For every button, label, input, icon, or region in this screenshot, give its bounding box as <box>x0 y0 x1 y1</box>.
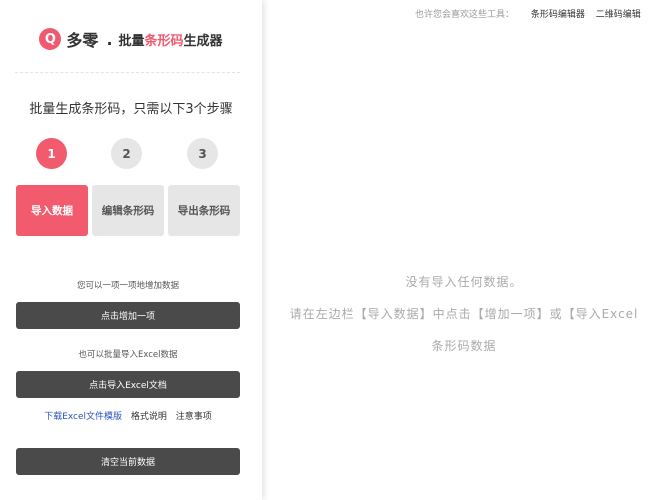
tools-bar: 也许您会喜欢这些工具： 条形码编辑器 二维码编辑 <box>415 7 649 20</box>
brand-name: 多零 <box>66 31 99 50</box>
q-logo-icon: Q <box>39 28 62 50</box>
brand-title: 批量条形码生成器 <box>119 30 223 49</box>
hint-batch-import: 也可以批量导入Excel数据 <box>78 350 178 360</box>
format-help-link[interactable]: 格式说明 <box>131 412 167 422</box>
tab-edit-barcode[interactable]: 编辑条形码 <box>92 185 164 236</box>
clear-data-button[interactable]: 清空当前数据 <box>16 448 240 475</box>
notes-link[interactable]: 注意事项 <box>176 412 212 422</box>
sidebar: Q 多零 . 批量条形码生成器 批量生成条形码，只需以下3个步骤 1 2 3 导… <box>0 0 262 500</box>
import-links: 下载Excel文件模版 格式说明 注意事项 <box>0 409 256 422</box>
download-template-link[interactable]: 下载Excel文件模版 <box>44 412 122 422</box>
tool-barcode-editor-link[interactable]: 条形码编辑器 <box>531 10 585 20</box>
empty-state-line-1: 没有导入任何数据。 <box>405 275 523 289</box>
empty-state-line-3: 条形码数据 <box>431 339 497 353</box>
brand-title-highlight: 条形码 <box>144 33 184 49</box>
tool-qrcode-editor-link[interactable]: 二维码编辑 <box>596 10 641 20</box>
brand-title-prefix: 批量 <box>118 33 145 49</box>
add-item-button[interactable]: 点击增加一项 <box>16 302 240 329</box>
hint-add-single: 您可以一项一项地增加数据 <box>76 281 179 291</box>
empty-state-line-2: 请在左边栏【导入数据】中点击【增加一项】或【导入Excel <box>289 307 639 321</box>
steps-title: 批量生成条形码，只需以下3个步骤 <box>29 102 233 117</box>
divider <box>15 72 240 73</box>
tab-import-data[interactable]: 导入数据 <box>16 185 88 236</box>
brand-title-suffix: 生成器 <box>183 33 223 49</box>
step-1-indicator: 1 <box>36 138 67 169</box>
brand-dot: . <box>106 29 113 49</box>
step-2-indicator: 2 <box>111 138 142 169</box>
import-excel-button[interactable]: 点击导入Excel文档 <box>16 371 240 398</box>
step-3-indicator: 3 <box>187 138 218 169</box>
tools-lead-text: 也许您会喜欢这些工具： <box>415 10 515 20</box>
tab-export-barcode[interactable]: 导出条形码 <box>168 185 240 236</box>
brand: Q 多零 . 批量条形码生成器 <box>0 22 262 56</box>
